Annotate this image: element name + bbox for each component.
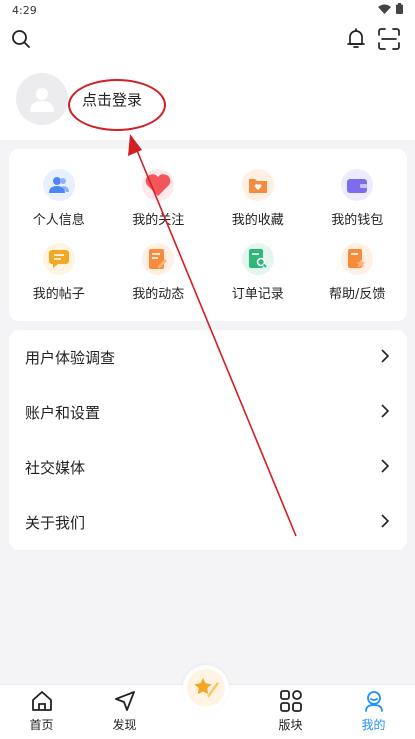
profile-icon bbox=[363, 688, 385, 714]
order-search-icon bbox=[241, 242, 274, 275]
wifi-icon bbox=[378, 4, 391, 17]
grid-item-activity[interactable]: 我的动态 bbox=[109, 235, 209, 309]
battery-icon bbox=[396, 3, 403, 17]
list-item-label: 账户和设置 bbox=[25, 404, 101, 422]
annotation-ellipse bbox=[68, 79, 166, 131]
nav-sections[interactable]: 版块 bbox=[249, 685, 332, 739]
scan-icon[interactable] bbox=[377, 27, 401, 51]
nav-mine[interactable]: 我的 bbox=[332, 685, 415, 739]
status-time: 4:29 bbox=[12, 3, 37, 17]
grid-label: 订单记录 bbox=[231, 286, 284, 302]
nav-home[interactable]: 首页 bbox=[0, 685, 83, 739]
grid-label: 我的钱包 bbox=[331, 212, 384, 228]
list-item-label: 社交媒体 bbox=[25, 459, 86, 477]
chevron-right-icon bbox=[381, 348, 390, 367]
grid-label: 帮助/反馈 bbox=[329, 286, 386, 302]
list-item-survey[interactable]: 用户体验调查 bbox=[9, 330, 407, 385]
wallet-icon bbox=[341, 168, 374, 201]
grid-item-following[interactable]: 我的关注 bbox=[109, 161, 209, 235]
grid-item-wallet[interactable]: 我的钱包 bbox=[308, 161, 408, 235]
grid-item-profile-info[interactable]: 个人信息 bbox=[9, 161, 109, 235]
nav-discover[interactable]: 发现 bbox=[83, 685, 166, 739]
chevron-right-icon bbox=[381, 513, 390, 532]
grid-item-help-feedback[interactable]: 帮助/反馈 bbox=[308, 235, 408, 309]
grid-label: 个人信息 bbox=[32, 212, 85, 228]
users-icon bbox=[42, 168, 75, 201]
grid-label: 我的收藏 bbox=[231, 212, 284, 228]
settings-list: 用户体验调查 账户和设置 社交媒体 关于我们 bbox=[9, 330, 407, 550]
nav-label: 首页 bbox=[29, 718, 54, 732]
edit-note-icon bbox=[142, 242, 175, 275]
list-item-label: 用户体验调查 bbox=[25, 349, 116, 367]
nav-label: 版块 bbox=[278, 718, 303, 732]
chevron-right-icon bbox=[381, 403, 390, 422]
grid-label: 我的帖子 bbox=[32, 286, 85, 302]
message-icon bbox=[42, 242, 75, 275]
chevron-right-icon bbox=[381, 458, 390, 477]
grid-item-orders[interactable]: 订单记录 bbox=[208, 235, 308, 309]
navigation-icon bbox=[114, 688, 136, 714]
list-item-about-us[interactable]: 关于我们 bbox=[9, 495, 407, 550]
grid-item-posts[interactable]: 我的帖子 bbox=[9, 235, 109, 309]
list-item-account-settings[interactable]: 账户和设置 bbox=[9, 385, 407, 440]
avatar[interactable] bbox=[16, 73, 68, 125]
list-item-social-media[interactable]: 社交媒体 bbox=[9, 440, 407, 495]
home-icon bbox=[31, 688, 53, 714]
heart-icon bbox=[142, 168, 175, 201]
nav-center-button[interactable] bbox=[183, 665, 229, 711]
bell-icon[interactable] bbox=[345, 27, 367, 51]
grid-label: 我的动态 bbox=[132, 286, 185, 302]
feature-grid: 个人信息 我的关注 我的收藏 我的钱包 我的帖子 我的动态 订单记录 帮助/反馈 bbox=[9, 149, 407, 321]
help-star-icon bbox=[341, 242, 374, 275]
favorite-folder-icon bbox=[241, 168, 274, 201]
nav-label: 我的 bbox=[361, 718, 386, 732]
grid-icon bbox=[279, 688, 302, 714]
star-pen-icon bbox=[187, 669, 225, 707]
nav-label: 发现 bbox=[112, 718, 137, 732]
grid-item-favorites[interactable]: 我的收藏 bbox=[208, 161, 308, 235]
status-bar: 4:29 bbox=[0, 0, 415, 20]
list-item-label: 关于我们 bbox=[25, 514, 86, 532]
search-icon[interactable] bbox=[10, 28, 32, 50]
grid-label: 我的关注 bbox=[132, 212, 185, 228]
profile-header: 点击登录 bbox=[0, 20, 415, 140]
